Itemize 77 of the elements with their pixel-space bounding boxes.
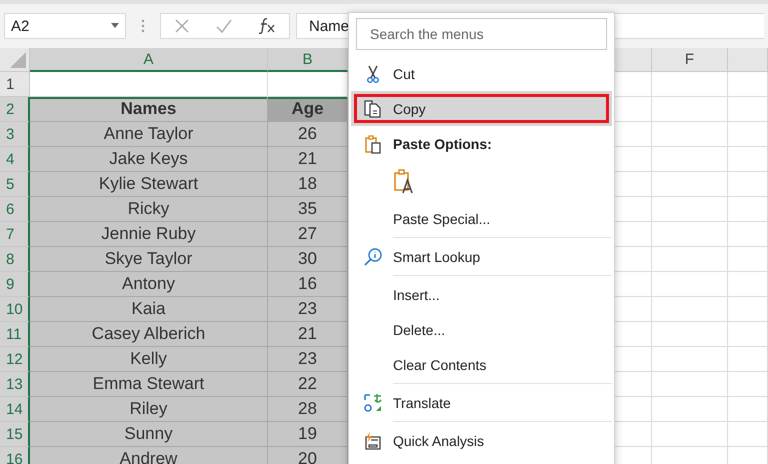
check-icon[interactable] xyxy=(216,18,232,34)
table-cell: Antony xyxy=(30,272,268,297)
row-header[interactable]: 16 xyxy=(0,447,30,464)
select-all-icon xyxy=(10,52,26,68)
menu-item[interactable]: Copy xyxy=(351,91,612,126)
menu-item[interactable]: Insert... xyxy=(351,277,612,312)
row-header[interactable]: 4 xyxy=(0,147,30,172)
row-header[interactable]: 6 xyxy=(0,197,30,222)
table-cell: Sunny xyxy=(30,422,268,447)
column-title-cell: Age xyxy=(268,97,348,122)
row-header[interactable]: 9 xyxy=(0,272,30,297)
dropdown-caret-icon[interactable] xyxy=(111,23,119,29)
table-cell: Ricky xyxy=(30,197,268,222)
column-header[interactable] xyxy=(728,48,768,72)
cancel-icon[interactable] xyxy=(174,18,190,34)
grip-icon xyxy=(140,18,146,34)
clipboard-icon xyxy=(363,134,383,154)
menu-item[interactable]: Cut xyxy=(351,56,612,91)
table-cell: 21 xyxy=(268,147,348,172)
table-cell: 23 xyxy=(268,347,348,372)
column-header[interactable]: A xyxy=(30,48,268,72)
paste-keep-text-icon[interactable] xyxy=(393,168,415,194)
row-header[interactable]: 3 xyxy=(0,122,30,147)
search-field[interactable]: Search the menus xyxy=(356,18,607,50)
row-header[interactable]: 1 xyxy=(0,72,30,97)
name-box[interactable]: A2 xyxy=(4,13,126,39)
table-cell: 22 xyxy=(268,372,348,397)
menu-heading: Paste Options: xyxy=(393,136,492,152)
table-cell: 23 xyxy=(268,297,348,322)
menu-item[interactable]: Smart Lookup xyxy=(351,239,612,274)
insert-function-icon[interactable] xyxy=(258,18,276,34)
cell-reference: A2 xyxy=(11,18,30,34)
translate-icon xyxy=(363,392,383,412)
table-cell: Jennie Ruby xyxy=(30,222,268,247)
table-cell: Emma Stewart xyxy=(30,372,268,397)
table-cell: 19 xyxy=(268,422,348,447)
column-header[interactable]: B xyxy=(268,48,348,72)
search-icon xyxy=(363,246,383,266)
column-title-cell: Names xyxy=(30,97,268,122)
menu-item[interactable]: Paste Special... xyxy=(351,201,612,236)
row-header[interactable]: 7 xyxy=(0,222,30,247)
column-header[interactable]: F xyxy=(652,48,728,72)
table-cell: 26 xyxy=(268,122,348,147)
row-header[interactable]: 11 xyxy=(0,322,30,347)
table-cell: Casey Alberich xyxy=(30,322,268,347)
menu-item[interactable]: Clear Contents xyxy=(351,347,612,382)
row-header[interactable]: 13 xyxy=(0,372,30,397)
copy-icon xyxy=(363,98,383,118)
table-cell: 21 xyxy=(268,322,348,347)
row-header[interactable]: 10 xyxy=(0,297,30,322)
table-cell: Riley xyxy=(30,397,268,422)
row-header[interactable]: 5 xyxy=(0,172,30,197)
table-cell: 20 xyxy=(268,447,348,464)
row-header[interactable]: 15 xyxy=(0,422,30,447)
menu-item[interactable]: Delete... xyxy=(351,312,612,347)
quick-analysis-icon xyxy=(363,430,383,450)
table-cell: Kylie Stewart xyxy=(30,172,268,197)
row-header[interactable]: 14 xyxy=(0,397,30,422)
menu-item[interactable]: Translate xyxy=(351,385,612,420)
table-cell: Kaia xyxy=(30,297,268,322)
select-all-corner[interactable] xyxy=(0,48,30,72)
table-cell: Skye Taylor xyxy=(30,247,268,272)
table-cell: Jake Keys xyxy=(30,147,268,172)
formula-text: Name xyxy=(309,18,350,34)
table-cell: Anne Taylor xyxy=(30,122,268,147)
row-header[interactable]: 2 xyxy=(0,97,30,122)
table-cell: 16 xyxy=(268,272,348,297)
table-cell: 18 xyxy=(268,172,348,197)
menu-item[interactable]: Quick Analysis xyxy=(351,423,612,458)
table-cell: Kelly xyxy=(30,347,268,372)
table-cell: Andrew xyxy=(30,447,268,464)
table-cell: 28 xyxy=(268,397,348,422)
table-cell: 27 xyxy=(268,222,348,247)
row-header[interactable]: 12 xyxy=(0,347,30,372)
table-cell: 35 xyxy=(268,197,348,222)
row-header[interactable]: 8 xyxy=(0,247,30,272)
table-cell: 30 xyxy=(268,247,348,272)
